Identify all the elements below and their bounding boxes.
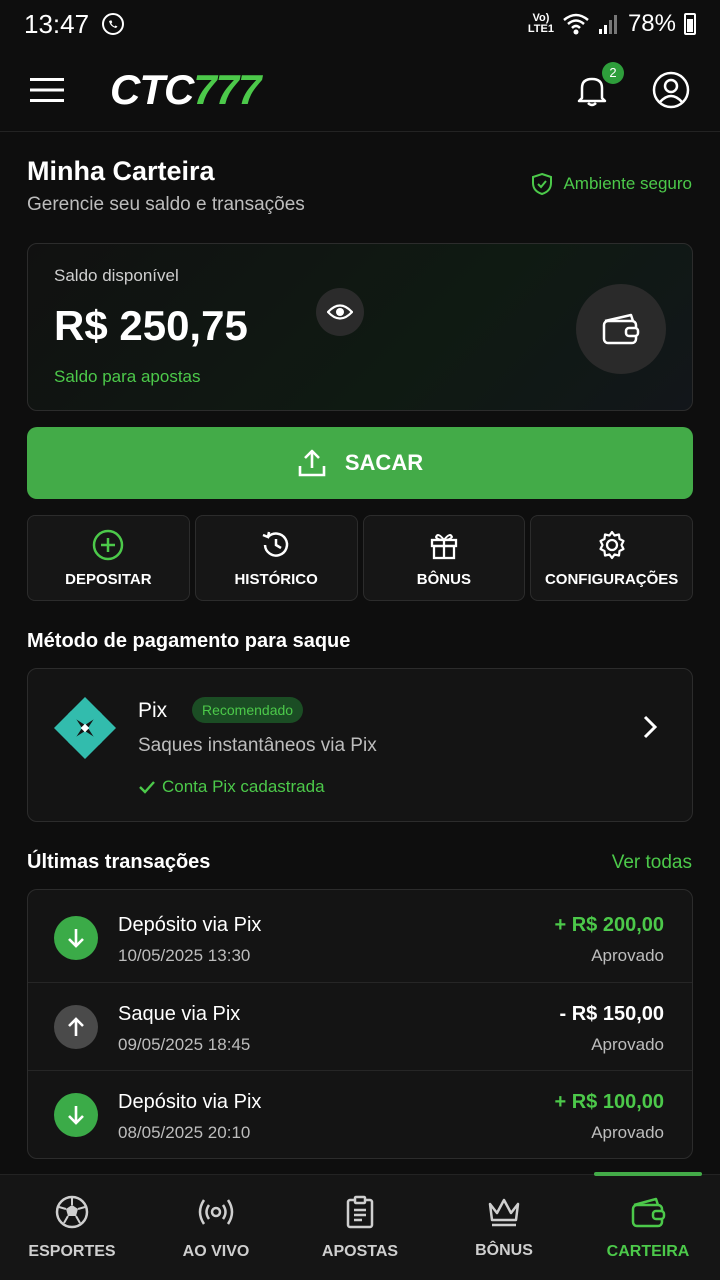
eye-icon — [327, 304, 353, 320]
nav-apostas[interactable]: APOSTAS — [288, 1175, 432, 1280]
arrow-down-icon — [54, 1093, 98, 1137]
page-subtitle: Gerencie seu saldo e transações — [27, 194, 305, 215]
pix-payment-method[interactable]: Pix Recomendado Saques instantâneos via … — [27, 668, 693, 822]
history-icon — [262, 531, 289, 557]
app-logo[interactable]: CTC777 — [110, 66, 261, 114]
soccer-ball-icon — [55, 1195, 89, 1228]
pix-method-name: Pix — [138, 699, 168, 722]
gear-icon — [599, 530, 625, 559]
nav-carteira[interactable]: CARTEIRA — [576, 1172, 720, 1280]
bonus-label: BÔNUS — [416, 570, 471, 588]
pix-description: Saques instantâneos via Pix — [138, 735, 377, 756]
transaction-title: Saque via Pix — [118, 1003, 241, 1025]
arrow-up-icon — [54, 1005, 98, 1049]
battery-percent: 78% — [627, 10, 676, 37]
signal-icon — [598, 15, 617, 34]
transaction-row[interactable]: Depósito via Pix 08/05/2025 20:10 + R$ 1… — [28, 1070, 692, 1158]
bottom-navigation: ESPORTES AO VIVO APOSTAS BÔNUS CARTEIRA — [0, 1172, 720, 1280]
nav-ao-vivo[interactable]: AO VIVO — [144, 1175, 288, 1280]
secure-environment-label: Ambiente seguro — [531, 172, 692, 196]
transaction-status: Aprovado — [591, 1035, 664, 1054]
transaction-title: Depósito via Pix — [118, 914, 262, 936]
pix-logo-icon — [54, 697, 116, 759]
transaction-amount: + R$ 100,00 — [554, 1091, 664, 1113]
history-button[interactable]: HISTÓRICO — [194, 515, 358, 601]
deposit-button[interactable]: DEPOSITAR — [27, 515, 190, 601]
view-all-transactions-link[interactable]: Ver todas — [612, 852, 692, 874]
hamburger-menu-icon[interactable] — [30, 77, 64, 103]
transaction-amount: + R$ 200,00 — [554, 914, 664, 936]
wallet-icon — [631, 1197, 666, 1227]
transaction-status: Aprovado — [591, 946, 664, 965]
nav-esportes[interactable]: ESPORTES — [0, 1175, 144, 1280]
volte-indicator: Vo) LTE1 — [527, 12, 554, 35]
balance-card: Saldo disponível R$ 250,75 Saldo para ap… — [27, 243, 693, 411]
notification-badge: 2 — [602, 61, 624, 84]
transaction-date: 08/05/2025 20:10 — [118, 1123, 251, 1142]
wifi-icon — [563, 13, 589, 35]
toggle-balance-visibility-button[interactable] — [316, 288, 364, 336]
app-header: CTC777 2 — [0, 48, 720, 132]
crown-icon — [488, 1198, 520, 1226]
page-title: Minha Carteira — [27, 156, 215, 186]
transaction-status: Aprovado — [591, 1123, 664, 1142]
transaction-title: Depósito via Pix — [118, 1091, 262, 1113]
status-time: 13:47 — [24, 8, 90, 39]
plus-circle-icon — [93, 529, 124, 560]
settings-label: CONFIGURAÇÕES — [544, 570, 679, 588]
pix-account-status: Conta Pix cadastrada — [138, 777, 325, 797]
whatsapp-icon — [102, 13, 125, 35]
notifications-button[interactable]: 2 — [574, 61, 624, 108]
settings-button[interactable]: CONFIGURAÇÕES — [530, 515, 693, 601]
status-bar: 13:47 Vo) LTE1 78% — [0, 0, 720, 48]
live-broadcast-icon — [198, 1198, 234, 1225]
upload-icon — [298, 449, 326, 477]
transaction-amount: - R$ 150,00 — [559, 1003, 664, 1025]
check-icon — [139, 781, 155, 794]
transactions-section-title: Últimas transações — [27, 851, 211, 873]
balance-note: Saldo para apostas — [54, 367, 201, 386]
wallet-button[interactable] — [576, 284, 666, 374]
balance-value: R$ 250,75 — [54, 302, 248, 349]
deposit-label: DEPOSITAR — [65, 570, 152, 588]
quick-actions: DEPOSITAR HISTÓRICO BÔNUS CONFIGURAÇÕES — [27, 515, 693, 601]
transaction-date: 09/05/2025 18:45 — [118, 1035, 251, 1054]
clipboard-icon — [346, 1195, 374, 1228]
battery-icon — [684, 13, 696, 35]
transactions-list: Depósito via Pix 10/05/2025 13:30 + R$ 2… — [27, 889, 693, 1159]
balance-label: Saldo disponível — [54, 266, 179, 285]
transaction-date: 10/05/2025 13:30 — [118, 946, 251, 965]
transaction-row[interactable]: Depósito via Pix 10/05/2025 13:30 + R$ 2… — [28, 894, 692, 982]
wallet-icon — [602, 313, 640, 345]
nav-bonus[interactable]: BÔNUS — [432, 1175, 576, 1280]
withdraw-button-label: SACAR — [344, 450, 424, 475]
bonus-button[interactable]: BÔNUS — [362, 515, 526, 601]
user-profile-icon[interactable] — [652, 71, 690, 109]
chevron-right-icon — [643, 715, 658, 739]
arrow-down-icon — [54, 916, 98, 960]
shield-check-icon — [532, 172, 553, 196]
withdraw-button[interactable]: SACAR — [27, 427, 693, 499]
gift-icon — [430, 533, 458, 559]
payment-section-title: Método de pagamento para saque — [27, 630, 351, 652]
history-label: HISTÓRICO — [234, 570, 318, 588]
transaction-row[interactable]: Saque via Pix 09/05/2025 18:45 - R$ 150,… — [28, 982, 692, 1070]
recommended-badge: Recomendado — [192, 697, 304, 723]
